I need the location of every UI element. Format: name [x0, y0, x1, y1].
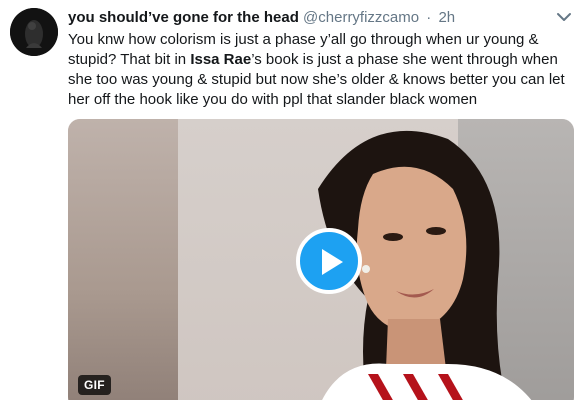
- tweet: you should’ve gone for the head @cherryf…: [0, 0, 585, 400]
- play-button[interactable]: [296, 228, 362, 294]
- avatar[interactable]: [10, 8, 58, 56]
- user-handle[interactable]: @cherryfizzcamo: [303, 9, 419, 26]
- chevron-down-icon[interactable]: [555, 8, 573, 26]
- tweet-text-mention: Issa Rae: [190, 51, 252, 68]
- separator-dot: ·: [426, 9, 432, 26]
- gif-badge: GIF: [78, 375, 111, 395]
- tweet-text: You knw how colorism is just a phase y’a…: [68, 30, 578, 110]
- gif-media[interactable]: GIF: [68, 119, 574, 400]
- avatar-image: [10, 8, 58, 56]
- tweet-header: you should’ve gone for the head @cherryf…: [68, 8, 455, 28]
- timestamp[interactable]: 2h: [438, 9, 455, 26]
- display-name[interactable]: you should’ve gone for the head: [68, 9, 299, 26]
- play-icon: [322, 249, 343, 275]
